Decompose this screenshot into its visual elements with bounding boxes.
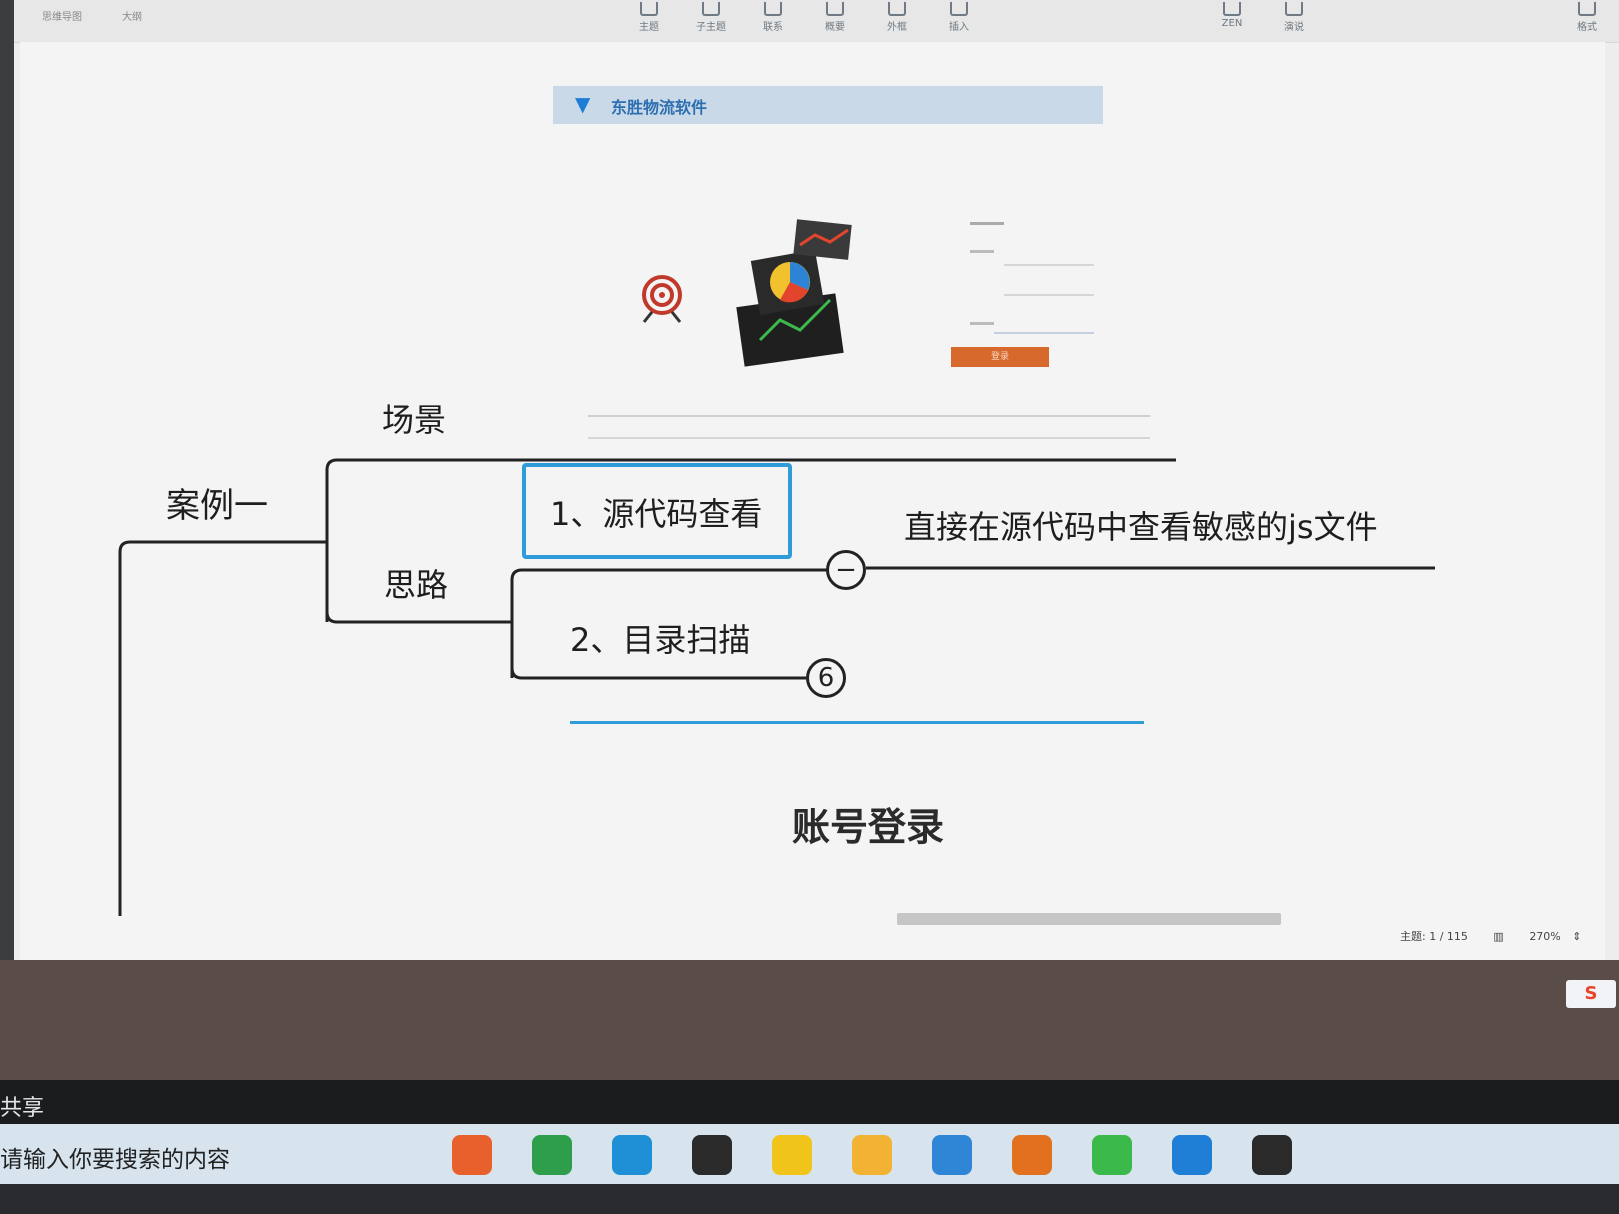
bezel xyxy=(0,1184,1619,1214)
map-icon[interactable]: ▥ xyxy=(1493,930,1503,943)
chart-illustration-icon xyxy=(736,219,852,367)
terminal-icon[interactable] xyxy=(692,1135,732,1175)
wechat-icon[interactable] xyxy=(1092,1135,1132,1175)
node-step1-label: 1、源代码查看 xyxy=(550,495,763,533)
node-thinking[interactable]: 思路 xyxy=(384,560,448,606)
file-explorer-icon[interactable] xyxy=(852,1135,892,1175)
node-step2[interactable]: 2、目录扫描 xyxy=(570,615,750,661)
login-form-illustration xyxy=(970,222,1094,334)
node-step1-note[interactable]: 直接在源代码中查看敏感的js文件 xyxy=(904,502,1378,548)
sticky-notes-icon[interactable] xyxy=(772,1135,812,1175)
share-bar xyxy=(0,1080,1619,1124)
target-icon xyxy=(642,275,682,323)
ime-indicator[interactable]: S xyxy=(1566,980,1616,1008)
node-scene[interactable]: 场景 xyxy=(382,395,446,441)
zoom-level[interactable]: 270% xyxy=(1529,930,1560,943)
photos-icon[interactable] xyxy=(1172,1135,1212,1175)
embedded-login-button: 登录 xyxy=(951,347,1049,367)
node-step1-selected[interactable]: 1、源代码查看 xyxy=(522,463,792,559)
chrome-icon[interactable] xyxy=(532,1135,572,1175)
share-label: 共享 xyxy=(0,1096,45,1121)
zoom-stepper-icon[interactable]: ⇕ xyxy=(1572,930,1581,943)
topic-count: 主题: 1 / 115 xyxy=(1400,930,1468,943)
status-bar: 主题: 1 / 115 ▥ 270% ⇕ xyxy=(1400,928,1581,944)
taskbar-search-input[interactable]: 请输入你要搜索的内容 xyxy=(0,1140,230,1174)
horizontal-scrollbar[interactable] xyxy=(897,913,1281,925)
search-tool-icon[interactable] xyxy=(1012,1135,1052,1175)
virtual-desktop-icon[interactable] xyxy=(932,1135,972,1175)
edge-icon[interactable] xyxy=(612,1135,652,1175)
recorder-icon[interactable] xyxy=(1252,1135,1292,1175)
image-divider-line xyxy=(570,721,1144,724)
collapse-toggle[interactable]: − xyxy=(826,550,866,590)
firefox-icon[interactable] xyxy=(452,1135,492,1175)
desk-background xyxy=(0,960,1619,1080)
section-title: 账号登录 xyxy=(792,805,945,849)
node-root[interactable]: 案例一 xyxy=(166,478,268,527)
collapsed-count-badge[interactable]: 6 xyxy=(806,658,846,698)
